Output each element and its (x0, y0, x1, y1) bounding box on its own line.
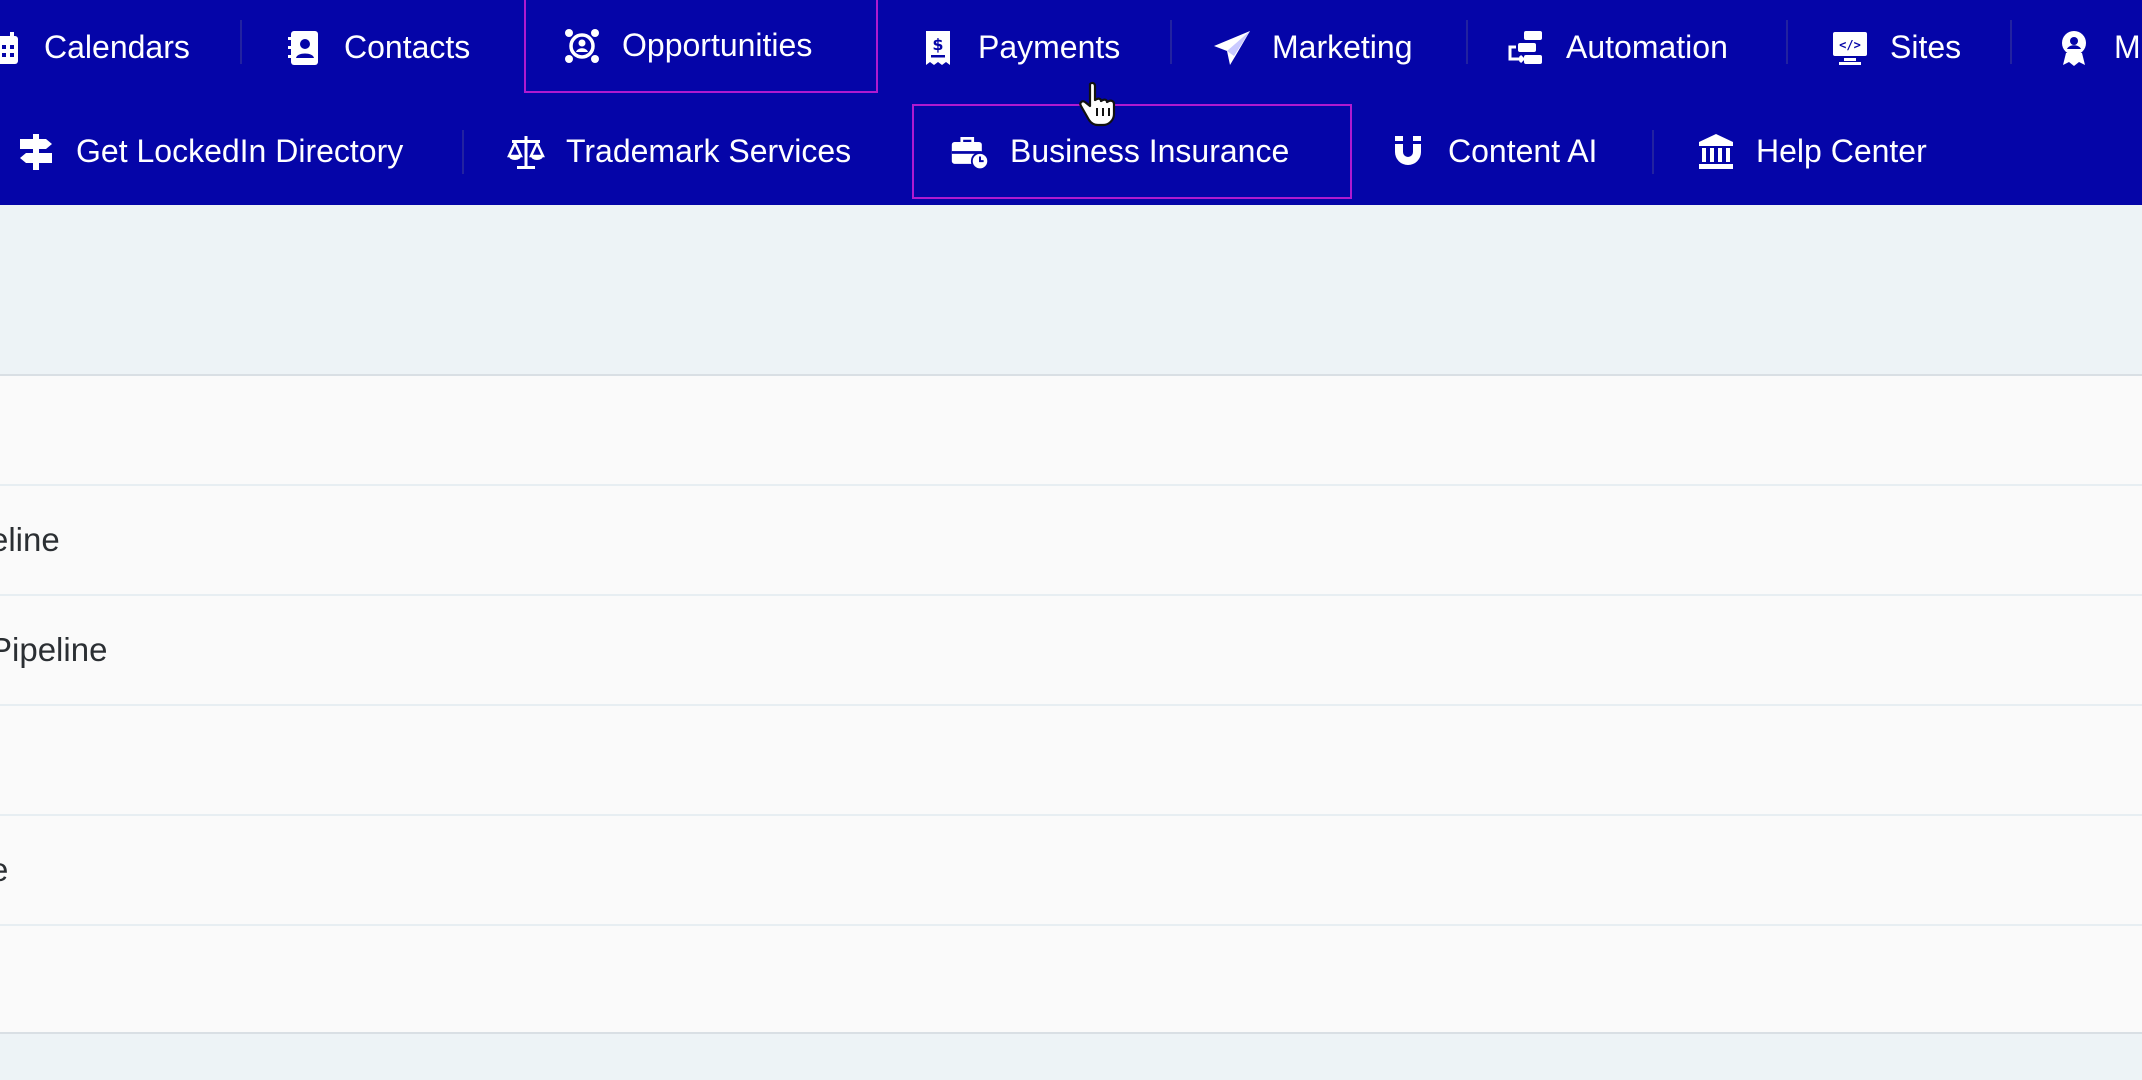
nav-separator (462, 130, 464, 174)
nav-item-help-center[interactable]: Help Center (1696, 104, 1927, 199)
list-row[interactable] (0, 706, 2142, 816)
target-user-icon (562, 26, 602, 66)
nav-item-label: Help Center (1756, 133, 1927, 169)
nav-item-label: Opportunities (622, 27, 813, 63)
nav-separator (2010, 20, 2012, 64)
bank-icon (1696, 132, 1736, 172)
nav-item-label: Content AI (1448, 133, 1598, 169)
invoice-dollar-icon: $ (918, 28, 958, 68)
magnet-icon (1388, 132, 1428, 172)
svg-text:$: $ (932, 35, 943, 54)
list-item-label: Pipeline (0, 631, 108, 668)
nav-item-label: M (2114, 29, 2141, 65)
calendar-icon (0, 28, 24, 68)
monitor-code-icon: </> (1830, 28, 1870, 68)
nav-separator (1786, 20, 1788, 64)
nav-item-label: Contacts (344, 29, 471, 65)
nav-item-trademark-services[interactable]: Trademark Services (506, 104, 851, 199)
nav-item-label: Sites (1890, 29, 1962, 65)
paper-plane-icon (1212, 28, 1252, 68)
signpost-icon (16, 132, 56, 172)
list-row[interactable]: eline (0, 486, 2142, 596)
nav-item-label: Get LockedIn Directory (76, 133, 404, 169)
nav-separator (1170, 20, 1172, 64)
nav-item-automation[interactable]: Automation (1506, 0, 1728, 95)
workflow-icon (1506, 28, 1546, 68)
briefcase-clock-icon (950, 132, 990, 172)
nav-item-get-lockedin-directory[interactable]: Get LockedIn Directory (16, 104, 403, 199)
nav-item-label: Trademark Services (566, 133, 852, 169)
list-row[interactable] (0, 926, 2142, 1036)
nav-item-label: Calendars (44, 29, 190, 65)
nav-separator (1466, 20, 1468, 64)
nav-item-marketing[interactable]: Marketing (1212, 0, 1413, 95)
scales-icon (506, 132, 546, 172)
nav-row-primary: Calendars Contacts Opportunities $ Payme… (0, 0, 2142, 95)
contacts-book-icon (284, 28, 324, 68)
nav-item-business-insurance[interactable]: Business Insurance (912, 104, 1352, 199)
nav-separator (240, 20, 242, 64)
nav-item-label: Payments (978, 29, 1121, 65)
list-item-label: e (0, 851, 8, 889)
nav-item-more[interactable]: M (2054, 0, 2141, 95)
nav-separator (1652, 130, 1654, 174)
nav-item-calendars[interactable]: Calendars (0, 0, 190, 95)
nav-item-label: Business Insurance (1010, 133, 1290, 169)
nav-item-sites[interactable]: </> Sites (1830, 0, 1961, 95)
top-navigation-bar: Calendars Contacts Opportunities $ Payme… (0, 0, 2142, 205)
nav-item-label: Automation (1566, 29, 1728, 65)
list-row[interactable]: e (0, 816, 2142, 926)
list-row[interactable]: Pipeline (0, 596, 2142, 706)
nav-item-opportunities[interactable]: Opportunities (524, 0, 878, 93)
nav-item-label: Marketing (1272, 29, 1413, 65)
nav-item-content-ai[interactable]: Content AI (1388, 104, 1597, 199)
nav-item-contacts[interactable]: Contacts (284, 0, 470, 95)
list-row[interactable] (0, 376, 2142, 486)
badge-icon (2054, 28, 2094, 68)
list-item-label: eline (0, 521, 60, 558)
svg-text:</>: </> (1839, 38, 1861, 52)
pipeline-list-panel: eline Pipeline e (0, 374, 2142, 1034)
hand-cursor-icon (1079, 81, 1116, 127)
nav-row-secondary: Get LockedIn Directory Trademark Service… (0, 104, 2142, 199)
